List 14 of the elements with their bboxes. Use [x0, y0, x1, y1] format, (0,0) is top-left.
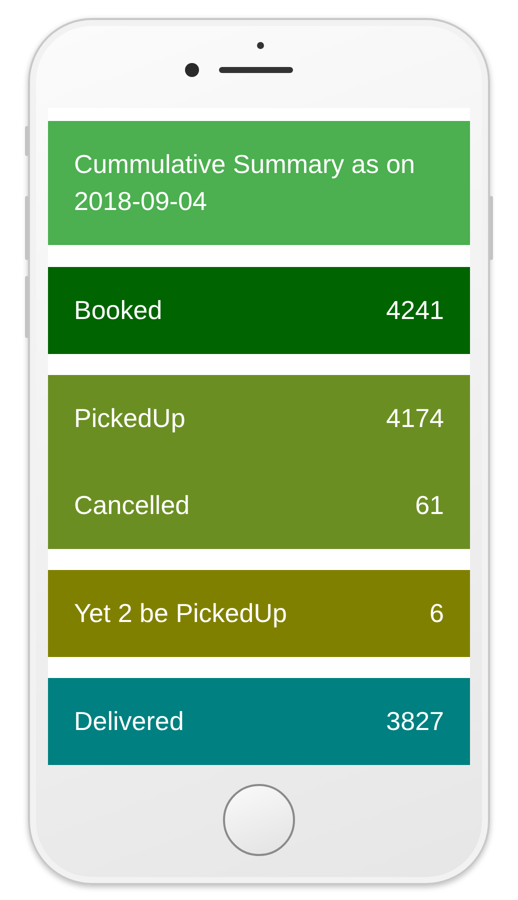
camera-icon — [185, 63, 199, 77]
status-count: 4241 — [386, 295, 444, 326]
speaker-icon — [219, 67, 293, 73]
status-label: PickedUp — [74, 403, 186, 434]
status-count: 4174 — [386, 403, 444, 434]
status-count: 3827 — [386, 706, 444, 737]
status-label: Delivered — [74, 706, 184, 737]
status-count: 6 — [430, 598, 444, 629]
status-label: Cancelled — [74, 490, 190, 521]
sensor-icon — [257, 42, 264, 49]
status-count: 61 — [415, 490, 444, 521]
status-label: Booked — [74, 295, 162, 326]
status-label: Yet 2 be PickedUp — [74, 598, 287, 629]
summary-title: Cummulative Summary as on 2018-09-04 — [74, 148, 416, 218]
